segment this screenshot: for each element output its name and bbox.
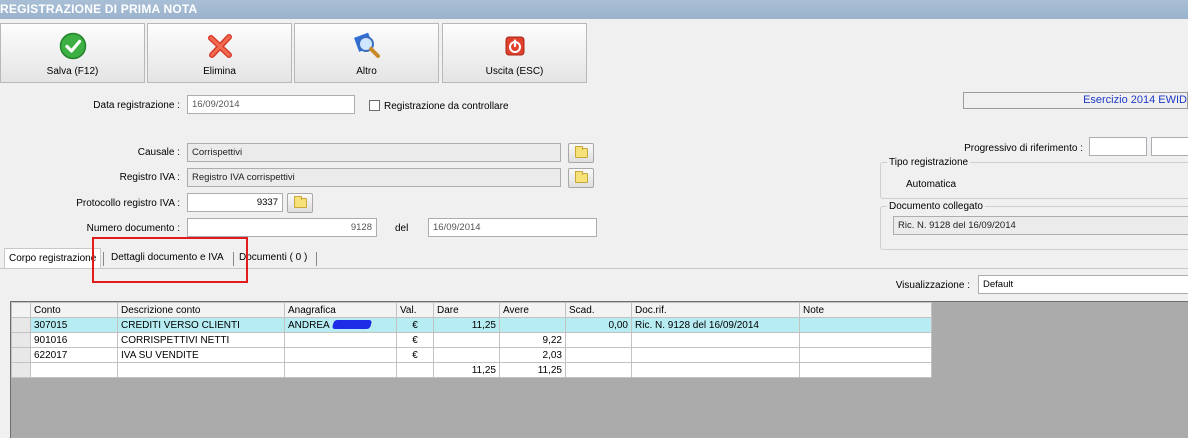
delete-button[interactable]: Elimina bbox=[147, 23, 292, 83]
col-anagrafica-header[interactable]: Anagrafica bbox=[284, 302, 397, 318]
save-label: Salva (F12) bbox=[46, 66, 99, 77]
col-dare-header[interactable]: Dare bbox=[433, 302, 500, 318]
cell-note[interactable] bbox=[799, 317, 932, 333]
total-avere: 11,25 bbox=[499, 362, 566, 378]
exit-label: Uscita (ESC) bbox=[485, 66, 544, 77]
cell-avere[interactable]: 9,22 bbox=[499, 332, 566, 348]
cell-scad[interactable] bbox=[565, 347, 632, 363]
exit-button[interactable]: Uscita (ESC) bbox=[442, 23, 587, 83]
col-docrif-header[interactable]: Doc.rif. bbox=[631, 302, 800, 318]
cell-descrizione[interactable]: CREDITI VERSO CLIENTI bbox=[117, 317, 285, 333]
protocollo-label: Protocollo registro IVA : bbox=[76, 198, 180, 209]
delete-x-icon bbox=[207, 34, 232, 58]
protocollo-field[interactable]: 9337 bbox=[187, 193, 283, 212]
col-descrizione-header[interactable]: Descrizione conto bbox=[117, 302, 285, 318]
cell-docrif[interactable] bbox=[631, 332, 800, 348]
tab-separator bbox=[316, 252, 317, 266]
numero-documento-label: Numero documento : bbox=[86, 223, 180, 234]
da-controllare-label: Registrazione da controllare bbox=[384, 101, 509, 112]
magnifier-icon bbox=[353, 32, 380, 58]
other-button[interactable]: Altro bbox=[294, 23, 439, 83]
power-icon bbox=[505, 36, 524, 56]
table-row[interactable]: 622017 IVA SU VENDITE € 2,03 bbox=[11, 347, 932, 363]
cell-avere[interactable] bbox=[499, 317, 566, 333]
cell-anagrafica[interactable] bbox=[284, 332, 397, 348]
cell-dare[interactable] bbox=[433, 347, 500, 363]
col-val-header[interactable]: Val. bbox=[396, 302, 434, 318]
numero-documento-field[interactable]: 9128 bbox=[187, 218, 377, 237]
registro-iva-field[interactable]: Registro IVA corrispettivi bbox=[187, 168, 561, 187]
row-indicator[interactable] bbox=[11, 332, 31, 348]
folder-icon bbox=[294, 196, 307, 208]
window-title: REGISTRAZIONE DI PRIMA NOTA bbox=[0, 0, 1188, 19]
data-registrazione-label: Data registrazione : bbox=[93, 100, 180, 111]
esercizio-display: Esercizio 2014 EWID bbox=[963, 92, 1188, 109]
protocollo-lookup-button[interactable] bbox=[287, 193, 313, 213]
tipo-registrazione-value: Automatica bbox=[906, 179, 957, 190]
progressivo-field-2[interactable] bbox=[1151, 137, 1188, 156]
cell-docrif[interactable] bbox=[631, 347, 800, 363]
anagrafica-name: ANDREA bbox=[288, 319, 330, 331]
cell-avere[interactable]: 2,03 bbox=[499, 347, 566, 363]
cell-scad[interactable] bbox=[565, 332, 632, 348]
tab-corpo-registrazione[interactable]: Corpo registrazione bbox=[4, 248, 102, 269]
registration-grid: Conto Descrizione conto Anagrafica Val. … bbox=[11, 302, 932, 378]
visualizzazione-label: Visualizzazione : bbox=[895, 280, 970, 291]
cell-descrizione[interactable]: CORRISPETTIVI NETTI bbox=[117, 332, 285, 348]
row-indicator bbox=[11, 362, 31, 378]
cell-anagrafica[interactable]: ANDREA bbox=[284, 317, 397, 333]
cell-note[interactable] bbox=[799, 347, 932, 363]
folder-icon bbox=[575, 171, 588, 183]
cell-dare[interactable]: 11,25 bbox=[433, 317, 500, 333]
cell-anagrafica[interactable] bbox=[284, 347, 397, 363]
causale-label: Causale : bbox=[137, 147, 180, 158]
registro-iva-lookup-button[interactable] bbox=[568, 168, 594, 188]
data-registrazione-field[interactable]: 16/09/2014 bbox=[187, 95, 355, 114]
col-note-header[interactable]: Note bbox=[799, 302, 932, 318]
row-indicator[interactable] bbox=[11, 347, 31, 363]
cell-note[interactable] bbox=[799, 332, 932, 348]
progressivo-label: Progressivo di riferimento : bbox=[964, 143, 1083, 154]
del-label: del bbox=[395, 223, 409, 234]
totals-row: 11,25 11,25 bbox=[11, 362, 932, 378]
cell-scad[interactable]: 0,00 bbox=[565, 317, 632, 333]
progressivo-field-1[interactable] bbox=[1089, 137, 1147, 156]
delete-label: Elimina bbox=[203, 66, 236, 77]
row-indicator[interactable] bbox=[11, 317, 31, 333]
da-controllare-checkbox[interactable] bbox=[369, 100, 380, 111]
cell-dare[interactable] bbox=[433, 332, 500, 348]
other-label: Altro bbox=[356, 66, 377, 77]
causale-field[interactable]: Corrispettivi bbox=[187, 143, 561, 162]
data-documento-field[interactable]: 16/09/2014 bbox=[428, 218, 597, 237]
total-dare: 11,25 bbox=[433, 362, 500, 378]
cell-val[interactable]: € bbox=[396, 332, 434, 348]
cell-val[interactable]: € bbox=[396, 347, 434, 363]
table-row[interactable]: 307015 CREDITI VERSO CLIENTI ANDREA € 11… bbox=[11, 317, 932, 333]
causale-lookup-button[interactable] bbox=[568, 143, 594, 163]
check-icon bbox=[59, 32, 86, 60]
cell-conto[interactable]: 901016 bbox=[30, 332, 118, 348]
cell-conto[interactable]: 307015 bbox=[30, 317, 118, 333]
col-avere-header[interactable]: Avere bbox=[499, 302, 566, 318]
visualizzazione-select[interactable]: Default bbox=[978, 275, 1188, 294]
row-indicator-header bbox=[11, 302, 31, 318]
cell-conto[interactable]: 622017 bbox=[30, 347, 118, 363]
col-scad-header[interactable]: Scad. bbox=[565, 302, 632, 318]
annotation-highlight-box bbox=[92, 237, 248, 283]
cell-val[interactable]: € bbox=[396, 317, 434, 333]
tipo-registrazione-legend: Tipo registrazione bbox=[889, 157, 969, 168]
documento-collegato-legend: Documento collegato bbox=[889, 201, 983, 212]
cell-docrif[interactable]: Ric. N. 9128 del 16/09/2014 bbox=[631, 317, 800, 333]
grid-header-row: Conto Descrizione conto Anagrafica Val. … bbox=[11, 302, 932, 318]
col-conto-header[interactable]: Conto bbox=[30, 302, 118, 318]
save-button[interactable]: Salva (F12) bbox=[0, 23, 145, 83]
tipo-registrazione-group: Tipo registrazione bbox=[880, 157, 1188, 199]
folder-icon bbox=[575, 146, 588, 158]
cell-descrizione[interactable]: IVA SU VENDITE bbox=[117, 347, 285, 363]
redaction-scribble bbox=[331, 320, 372, 330]
table-row[interactable]: 901016 CORRISPETTIVI NETTI € 9,22 bbox=[11, 332, 932, 348]
documento-collegato-field[interactable]: Ric. N. 9128 del 16/09/2014 bbox=[893, 216, 1188, 235]
registro-iva-label: Registro IVA : bbox=[119, 172, 180, 183]
